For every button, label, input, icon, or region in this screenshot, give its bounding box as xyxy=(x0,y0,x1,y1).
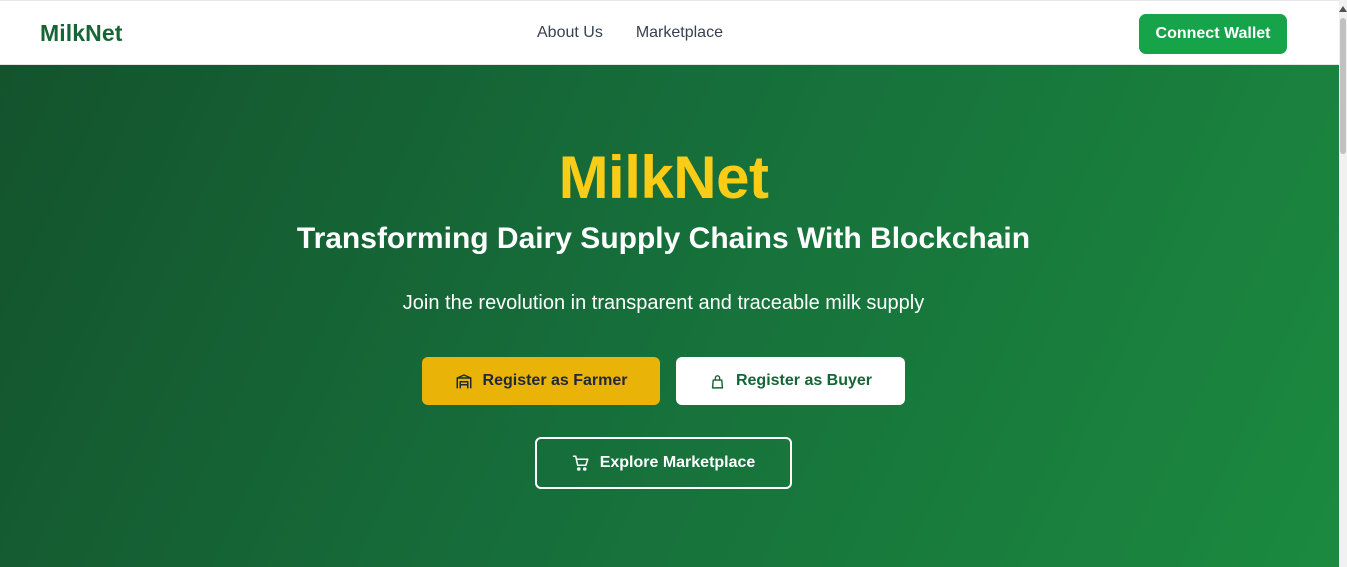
shopping-cart-icon xyxy=(572,454,590,472)
hero-section: MilkNet Transforming Dairy Supply Chains… xyxy=(0,65,1339,567)
hero-title: MilkNet xyxy=(558,144,769,211)
scroll-up-arrow-icon[interactable] xyxy=(1339,6,1347,14)
register-farmer-button[interactable]: Register as Farmer xyxy=(422,357,660,405)
nav-link-about-us[interactable]: About Us xyxy=(537,24,603,42)
connect-wallet-button[interactable]: Connect Wallet xyxy=(1139,14,1287,54)
page: MilkNet About Us Marketplace Connect Wal… xyxy=(0,0,1347,567)
register-farmer-label: Register as Farmer xyxy=(482,372,628,389)
vertical-scrollbar[interactable] xyxy=(1339,0,1347,567)
navbar: MilkNet About Us Marketplace Connect Wal… xyxy=(0,0,1339,65)
brand-logo[interactable]: MilkNet xyxy=(40,20,123,47)
explore-marketplace-button[interactable]: Explore Marketplace xyxy=(535,437,792,489)
scrollbar-thumb[interactable] xyxy=(1340,18,1346,154)
hero-subtitle: Transforming Dairy Supply Chains With Bl… xyxy=(296,222,1031,255)
register-buyer-button[interactable]: Register as Buyer xyxy=(676,357,905,405)
register-buyer-label: Register as Buyer xyxy=(735,372,873,389)
nav-link-marketplace[interactable]: Marketplace xyxy=(636,24,723,42)
warehouse-icon xyxy=(455,372,473,390)
explore-marketplace-label: Explore Marketplace xyxy=(599,454,756,471)
nav-links: About Us Marketplace xyxy=(537,24,723,42)
hero-tagline: Join the revolution in transparent and t… xyxy=(402,292,925,314)
shopping-bag-icon xyxy=(709,373,726,390)
